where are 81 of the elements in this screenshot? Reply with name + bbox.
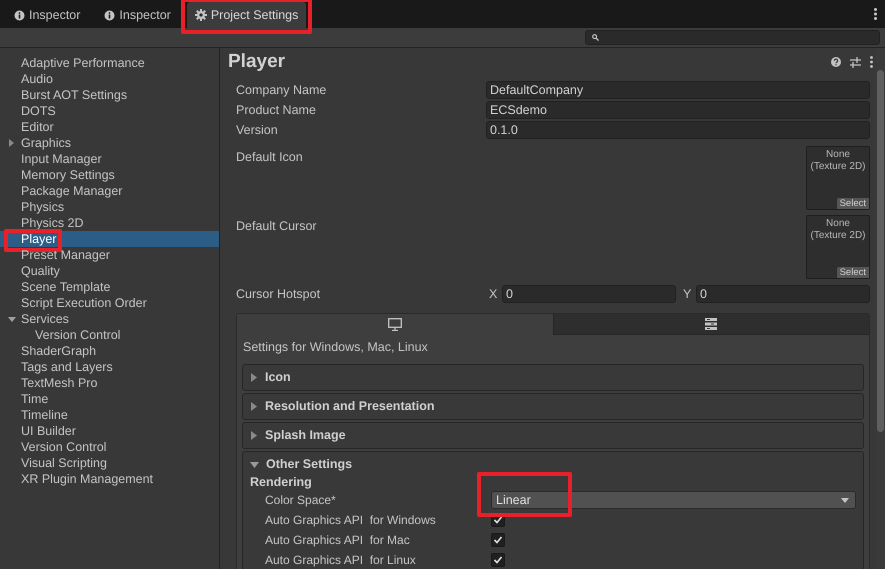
sidebar-item[interactable]: Services bbox=[0, 311, 219, 327]
sidebar-item[interactable]: Version Control bbox=[0, 327, 219, 343]
checkbox[interactable] bbox=[491, 533, 505, 547]
sidebar-item[interactable]: Tags and Layers bbox=[0, 359, 219, 375]
axis-label: Y bbox=[683, 286, 692, 303]
section-title[interactable]: Splash Image bbox=[265, 426, 346, 445]
text-field[interactable]: ECSdemo bbox=[486, 101, 870, 119]
sidebar-item[interactable]: Input Manager bbox=[0, 151, 219, 167]
tab[interactable]: Inspector bbox=[6, 2, 88, 28]
number-field[interactable]: 0 bbox=[696, 285, 870, 303]
search-field[interactable] bbox=[585, 30, 880, 45]
texture-value: None (Texture 2D) bbox=[809, 148, 866, 173]
sidebar-item[interactable]: Player bbox=[0, 231, 219, 247]
field-label: Version bbox=[236, 122, 279, 139]
setting-label: Auto Graphics API for Linux bbox=[265, 552, 417, 569]
info-icon bbox=[14, 10, 25, 20]
text-field[interactable]: 0.1.0 bbox=[486, 121, 870, 139]
text-field[interactable]: DefaultCompany bbox=[486, 81, 870, 99]
dropdown[interactable]: Linear bbox=[491, 491, 856, 509]
sidebar-item[interactable]: Physics bbox=[0, 199, 219, 215]
info-icon bbox=[104, 10, 116, 20]
search-icon bbox=[592, 34, 599, 41]
sidebar-item[interactable]: ShaderGraph bbox=[0, 343, 219, 359]
sliders-icon[interactable] bbox=[850, 56, 861, 68]
expanded-arrow-icon[interactable] bbox=[250, 460, 259, 468]
sidebar-item[interactable]: Package Manager bbox=[0, 183, 219, 199]
setting-label: Auto Graphics API for Windows bbox=[265, 512, 437, 529]
tab[interactable]: Project Settings bbox=[186, 2, 306, 28]
collapsed-arrow-icon[interactable] bbox=[250, 373, 258, 382]
sidebar-item[interactable]: Graphics bbox=[0, 135, 219, 151]
field-label: Default Icon bbox=[236, 149, 304, 166]
server-icon bbox=[705, 318, 718, 330]
texture-slot[interactable]: None (Texture 2D) Select bbox=[806, 215, 870, 279]
field-label: Company Name bbox=[236, 82, 328, 99]
sidebar-item[interactable]: Adaptive Performance bbox=[0, 55, 219, 71]
sidebar-item[interactable]: DOTS bbox=[0, 103, 219, 119]
sidebar-item[interactable]: Memory Settings bbox=[0, 167, 219, 183]
sidebar-item[interactable]: Burst AOT Settings bbox=[0, 87, 219, 103]
caret-icon bbox=[841, 498, 849, 503]
sidebar-item[interactable]: Script Execution Order bbox=[0, 295, 219, 311]
collapsed-arrow-icon[interactable] bbox=[250, 402, 258, 411]
monitor-icon bbox=[388, 318, 402, 331]
number-field[interactable]: 0 bbox=[502, 285, 676, 303]
setting-label: Auto Graphics API for Mac bbox=[265, 532, 411, 549]
sidebar-item[interactable]: Version Control bbox=[0, 439, 219, 455]
sidebar-item[interactable]: UI Builder bbox=[0, 423, 219, 439]
more-icon[interactable] bbox=[870, 56, 873, 68]
expanded-arrow-icon[interactable] bbox=[8, 316, 16, 322]
gear-icon bbox=[194, 9, 207, 21]
collapsed-arrow-icon[interactable] bbox=[8, 139, 15, 147]
subheading: Rendering bbox=[250, 474, 313, 490]
texture-slot[interactable]: None (Texture 2D) Select bbox=[806, 146, 870, 210]
sidebar-item[interactable]: Audio bbox=[0, 71, 219, 87]
sidebar-item[interactable]: Editor bbox=[0, 119, 219, 135]
sidebar-item[interactable]: Timeline bbox=[0, 407, 219, 423]
help-icon[interactable] bbox=[831, 57, 841, 67]
select-button[interactable]: Select bbox=[836, 198, 869, 209]
tab[interactable]: Inspector bbox=[96, 2, 179, 28]
sidebar-item[interactable]: Time bbox=[0, 391, 219, 407]
axis-label: X bbox=[489, 286, 498, 303]
field-label: Default Cursor bbox=[236, 218, 318, 235]
more-icon[interactable] bbox=[874, 8, 877, 20]
collapsed-arrow-icon[interactable] bbox=[250, 431, 258, 440]
platform-caption: Settings for Windows, Mac, Linux bbox=[242, 339, 429, 356]
sidebar-item[interactable]: Scene Template bbox=[0, 279, 219, 295]
sidebar-item[interactable]: Quality bbox=[0, 263, 219, 279]
section-title[interactable]: Resolution and Presentation bbox=[265, 397, 434, 416]
setting-label: Color Space* bbox=[265, 492, 337, 509]
panel-title: Player bbox=[228, 50, 286, 74]
sidebar-item[interactable]: Visual Scripting bbox=[0, 455, 219, 471]
texture-value: None (Texture 2D) bbox=[809, 217, 866, 242]
section-title[interactable]: Other Settings bbox=[266, 455, 352, 474]
checkbox[interactable] bbox=[491, 553, 505, 567]
field-label: Cursor Hotspot bbox=[236, 286, 322, 303]
sidebar-item[interactable]: Physics 2D bbox=[0, 215, 219, 231]
field-label: Product Name bbox=[236, 102, 317, 119]
select-button[interactable]: Select bbox=[836, 267, 869, 278]
sidebar-item[interactable]: Preset Manager bbox=[0, 247, 219, 263]
sidebar-item[interactable]: XR Plugin Management bbox=[0, 471, 219, 487]
section-title[interactable]: Icon bbox=[265, 368, 291, 387]
sidebar-item[interactable]: TextMesh Pro bbox=[0, 375, 219, 391]
